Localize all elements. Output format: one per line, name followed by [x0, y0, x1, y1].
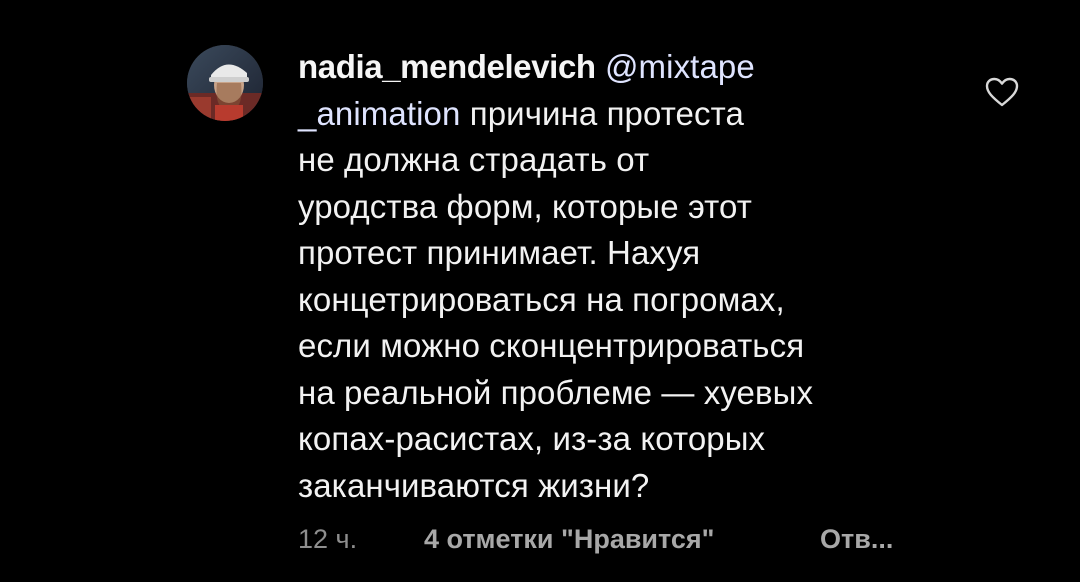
comment-text-line: заканчиваются жизни? [298, 466, 650, 504]
comment-second-line: _animation причина протеста [298, 91, 938, 138]
comment-text-line: не должна страдать от [298, 141, 650, 178]
avatar[interactable] [187, 45, 263, 121]
comment-text-line: на реальной проблеме — хуевых [298, 373, 814, 411]
user-avatar-icon [187, 45, 263, 121]
mention-link-continued[interactable]: _animation [298, 95, 460, 132]
comment-text-line: причина протеста [469, 94, 744, 132]
like-button[interactable] [984, 76, 1020, 108]
mention-link[interactable]: @mixtape [605, 48, 755, 85]
reply-button[interactable]: Отв... [820, 521, 893, 557]
comment: nadia_mendelevich @mixtape _animation пр… [0, 0, 1080, 582]
comment-timestamp: 12 ч. [298, 524, 358, 554]
comment-text-line: протест принимает. Нахуя [298, 234, 701, 271]
comment-text-line: концетрироваться на погромах, [298, 280, 785, 318]
comment-text-line: уродства форм, которые этот [298, 187, 752, 225]
heart-outline-icon [985, 77, 1019, 107]
comment-text-line: копах-расистах, из-за которых [298, 420, 766, 457]
comment-first-line: nadia_mendelevich @mixtape [298, 44, 938, 91]
comment-text-line: если можно сконцентрироваться [298, 327, 805, 364]
username-link[interactable]: nadia_mendelevich [298, 48, 596, 85]
likes-count-link[interactable]: 4 отметки "Нравится" [424, 521, 714, 557]
comment-text: nadia_mendelevich @mixtape _animation пр… [298, 44, 938, 509]
